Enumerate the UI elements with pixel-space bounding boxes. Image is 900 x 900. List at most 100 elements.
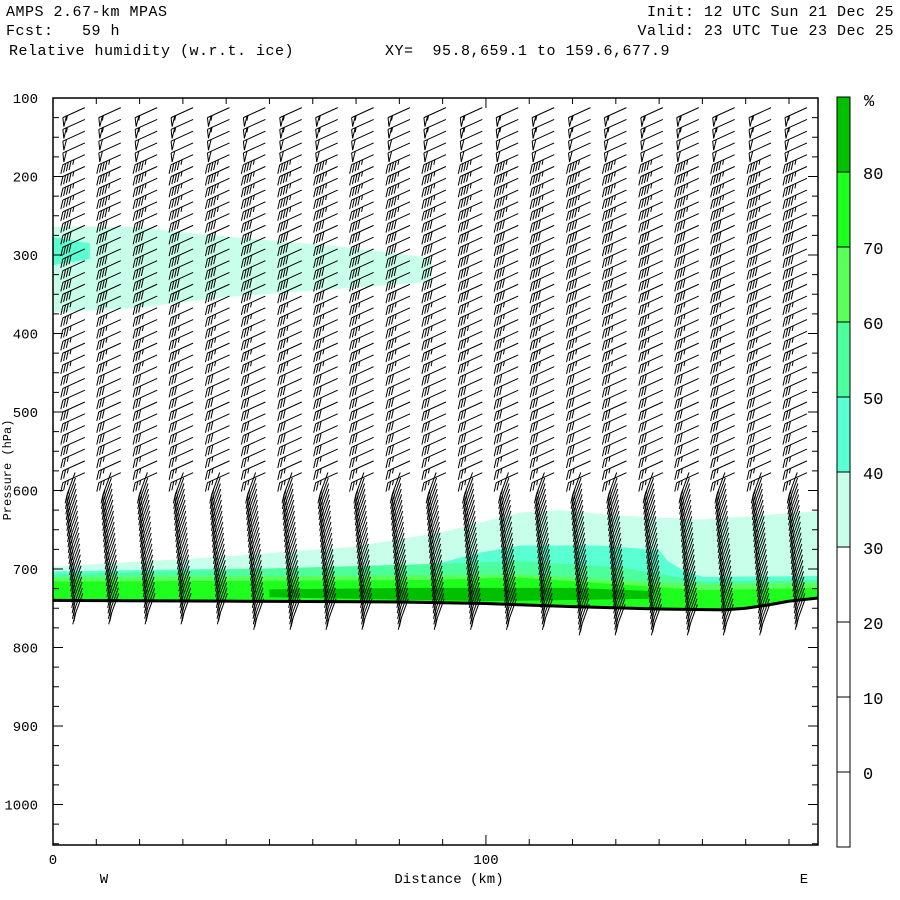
- wind-barb: [423, 142, 447, 163]
- wind-barb: [423, 107, 447, 127]
- y-tick-label: 500: [13, 406, 38, 422]
- wind-barb: [206, 107, 230, 127]
- y-axis-title: Pressure (hPa): [1, 420, 15, 521]
- wind-barb: [603, 118, 627, 139]
- wind-barb: [495, 130, 519, 151]
- wind-barb: [315, 107, 338, 127]
- wind-barb: [98, 118, 121, 139]
- wind-barb: [784, 107, 808, 127]
- wind-barb: [712, 118, 735, 139]
- wind-barb: [459, 130, 483, 151]
- wind-barb: [568, 142, 591, 163]
- wind-barb: [387, 130, 411, 151]
- wind-barb: [351, 107, 374, 127]
- wind-barb: [748, 142, 772, 163]
- y-tick-label: 800: [13, 642, 38, 658]
- colorbar-label: 80: [863, 166, 883, 185]
- y-tick-label: 100: [13, 92, 38, 108]
- colorbar: [836, 96, 851, 848]
- wind-barb: [676, 107, 699, 127]
- colorbar-swatch: [836, 171, 851, 248]
- colorbar-label: 20: [863, 616, 883, 635]
- colorbar-swatch: [836, 546, 851, 623]
- y-tick-label: 400: [13, 328, 38, 344]
- colorbar-swatch: [836, 396, 851, 473]
- colorbar-swatch: [836, 696, 851, 773]
- wind-barb: [170, 118, 194, 139]
- wind-barb: [784, 118, 808, 139]
- wind-barb: [640, 142, 664, 163]
- y-tick-label: 900: [13, 720, 38, 736]
- x-end-label-east: E: [800, 872, 808, 888]
- wind-barb: [206, 142, 230, 163]
- wind-barb: [242, 142, 266, 163]
- wind-barb: [495, 142, 519, 163]
- colorbar-label: 60: [863, 316, 883, 335]
- wind-barb: [676, 142, 699, 163]
- wind-barb: [134, 107, 158, 127]
- wind-barb: [423, 130, 447, 151]
- wind-barb: [676, 118, 699, 139]
- wind-barb: [603, 142, 627, 163]
- wind-barb: [170, 142, 194, 163]
- colorbar-label: 50: [863, 391, 883, 410]
- wind-barb: [748, 107, 772, 127]
- wind-barb: [387, 142, 411, 163]
- colorbar-label: 0: [863, 766, 873, 785]
- y-tick-label: 300: [13, 249, 38, 265]
- init-time: Init: 12 UTC Sun 21 Dec 25: [646, 4, 894, 21]
- wind-barb: [568, 118, 591, 139]
- colorbar-swatch: [836, 621, 851, 698]
- rh-shading: [53, 226, 818, 845]
- wind-barb: [315, 130, 338, 151]
- wind-barb: [206, 118, 230, 139]
- wind-barb: [242, 118, 266, 139]
- wind-barb: [423, 118, 447, 139]
- wind-barb: [98, 130, 121, 151]
- wind-barb: [568, 107, 591, 127]
- field-name: Relative humidity (w.r.t. ice): [9, 43, 295, 60]
- cross-section-xy: XY= 95.8,659.1 to 159.6,677.9: [385, 43, 671, 60]
- wind-barb: [134, 142, 158, 163]
- wind-barb: [351, 118, 374, 139]
- wind-barb: [495, 118, 519, 139]
- colorbar-swatch: [836, 96, 851, 173]
- wind-barb: [568, 130, 591, 151]
- wind-barb: [351, 130, 374, 151]
- wind-barb: [98, 142, 121, 163]
- y-tick-label: 600: [13, 485, 38, 501]
- wind-barb: [62, 130, 86, 151]
- wind-barb: [603, 107, 627, 127]
- colorbar-label: 40: [863, 466, 883, 485]
- x-tick-label: 0: [49, 853, 57, 869]
- wind-barb: [459, 118, 483, 139]
- cross-section-chart: 1002003004005006007008009001000 0 100 W …: [1, 92, 883, 888]
- colorbar-unit: %: [864, 93, 875, 112]
- colorbar-label: 70: [863, 241, 883, 260]
- y-tick-label: 700: [13, 563, 38, 579]
- wind-barb: [242, 107, 266, 127]
- wind-barb: [712, 107, 735, 127]
- wind-barb: [170, 107, 194, 127]
- wind-barb: [784, 142, 808, 163]
- wind-barb: [531, 142, 555, 163]
- wind-barb: [748, 118, 772, 139]
- wind-barb: [712, 130, 735, 151]
- wind-barb: [676, 130, 699, 151]
- colorbar-swatch: [836, 246, 851, 323]
- wind-barb: [98, 107, 121, 127]
- wind-barb: [640, 130, 664, 151]
- wind-barb: [315, 118, 338, 139]
- wind-barb: [242, 130, 266, 151]
- wind-barb: [459, 107, 483, 127]
- x-axis-title: Distance (km): [394, 872, 503, 888]
- wind-barb: [531, 118, 555, 139]
- wind-barb: [62, 107, 86, 127]
- wind-barb: [748, 130, 772, 151]
- valid-time: Valid: 23 UTC Tue 23 Dec 25: [637, 23, 894, 40]
- wind-barb: [62, 118, 86, 139]
- colorbar-label: 10: [863, 691, 883, 710]
- wind-barb: [279, 130, 302, 151]
- below-ground: [53, 598, 818, 845]
- y-tick-label: 200: [13, 171, 38, 187]
